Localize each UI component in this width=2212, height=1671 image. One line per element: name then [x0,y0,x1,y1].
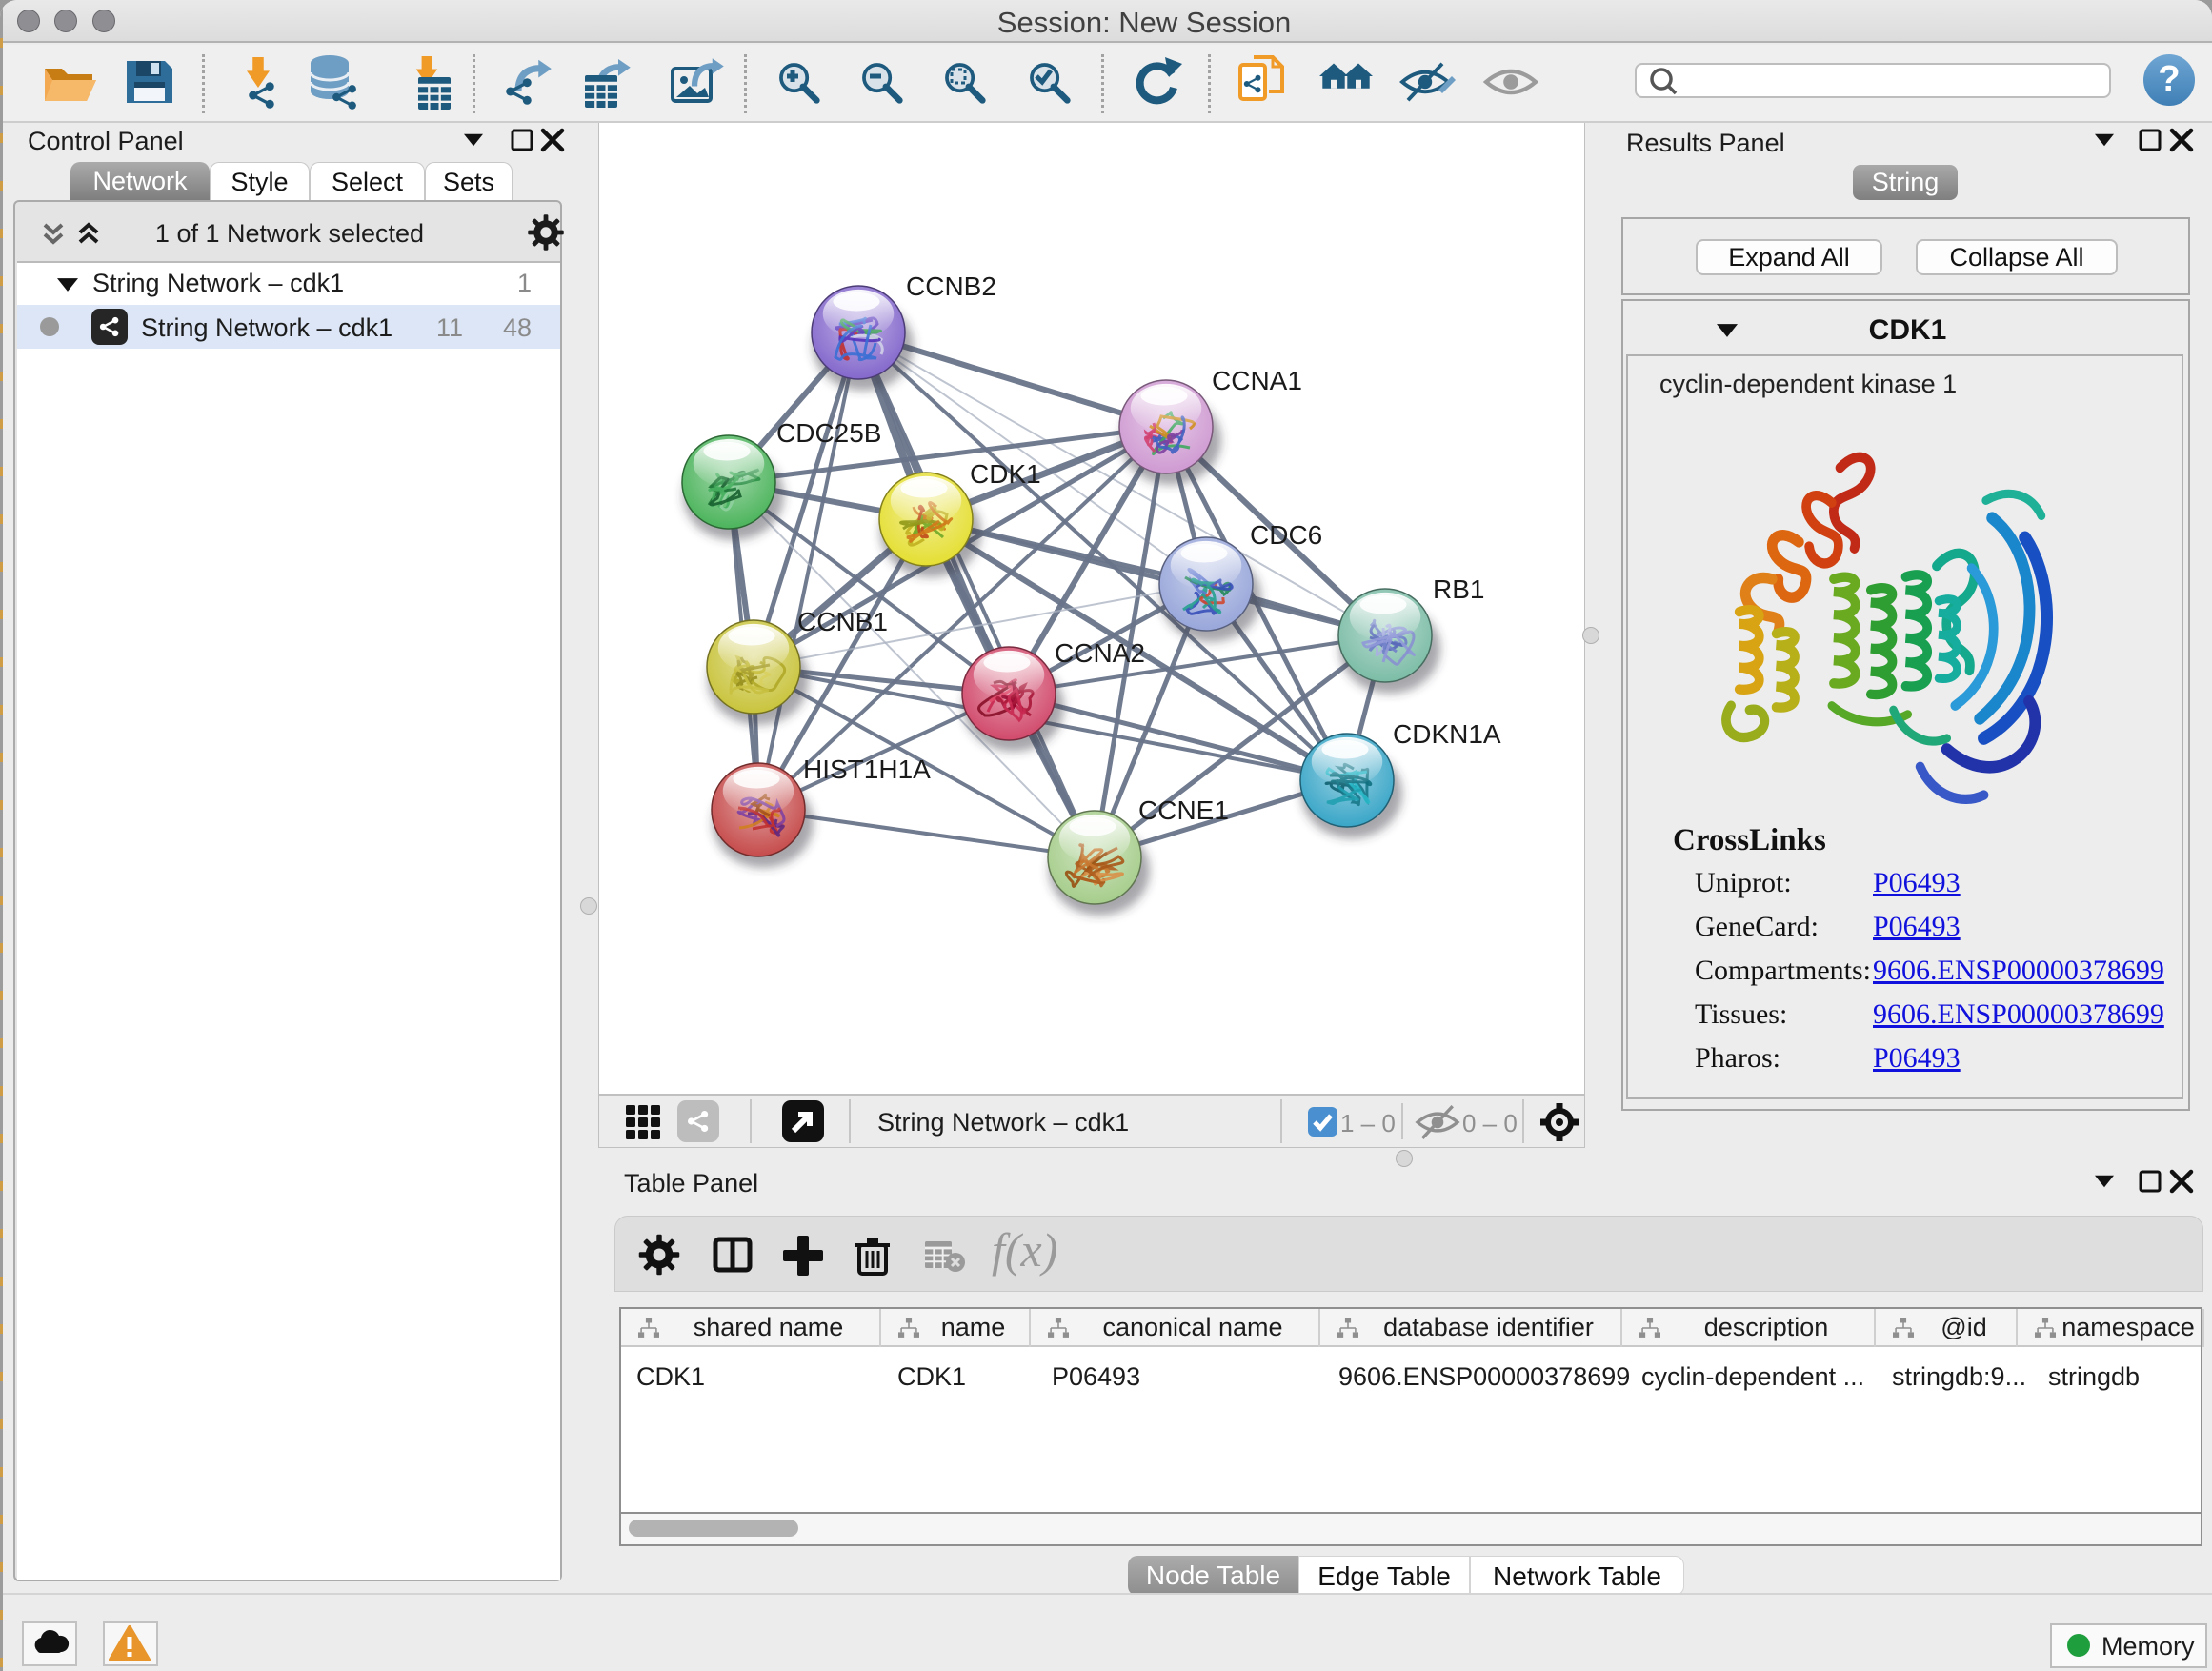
svg-text:CCNB2: CCNB2 [906,272,996,301]
svg-text:CDC25B: CDC25B [776,418,881,448]
svg-text:RB1: RB1 [1433,574,1484,604]
svg-text:CDK1: CDK1 [970,459,1041,489]
svg-text:HIST1H1A: HIST1H1A [803,755,931,784]
svg-text:CCNE1: CCNE1 [1138,795,1229,825]
svg-text:CDC6: CDC6 [1250,520,1322,550]
svg-text:CDKN1A: CDKN1A [1393,719,1501,749]
svg-text:CCNA1: CCNA1 [1212,366,1302,395]
svg-text:CCNB1: CCNB1 [797,607,888,636]
svg-text:CCNA2: CCNA2 [1055,638,1145,668]
